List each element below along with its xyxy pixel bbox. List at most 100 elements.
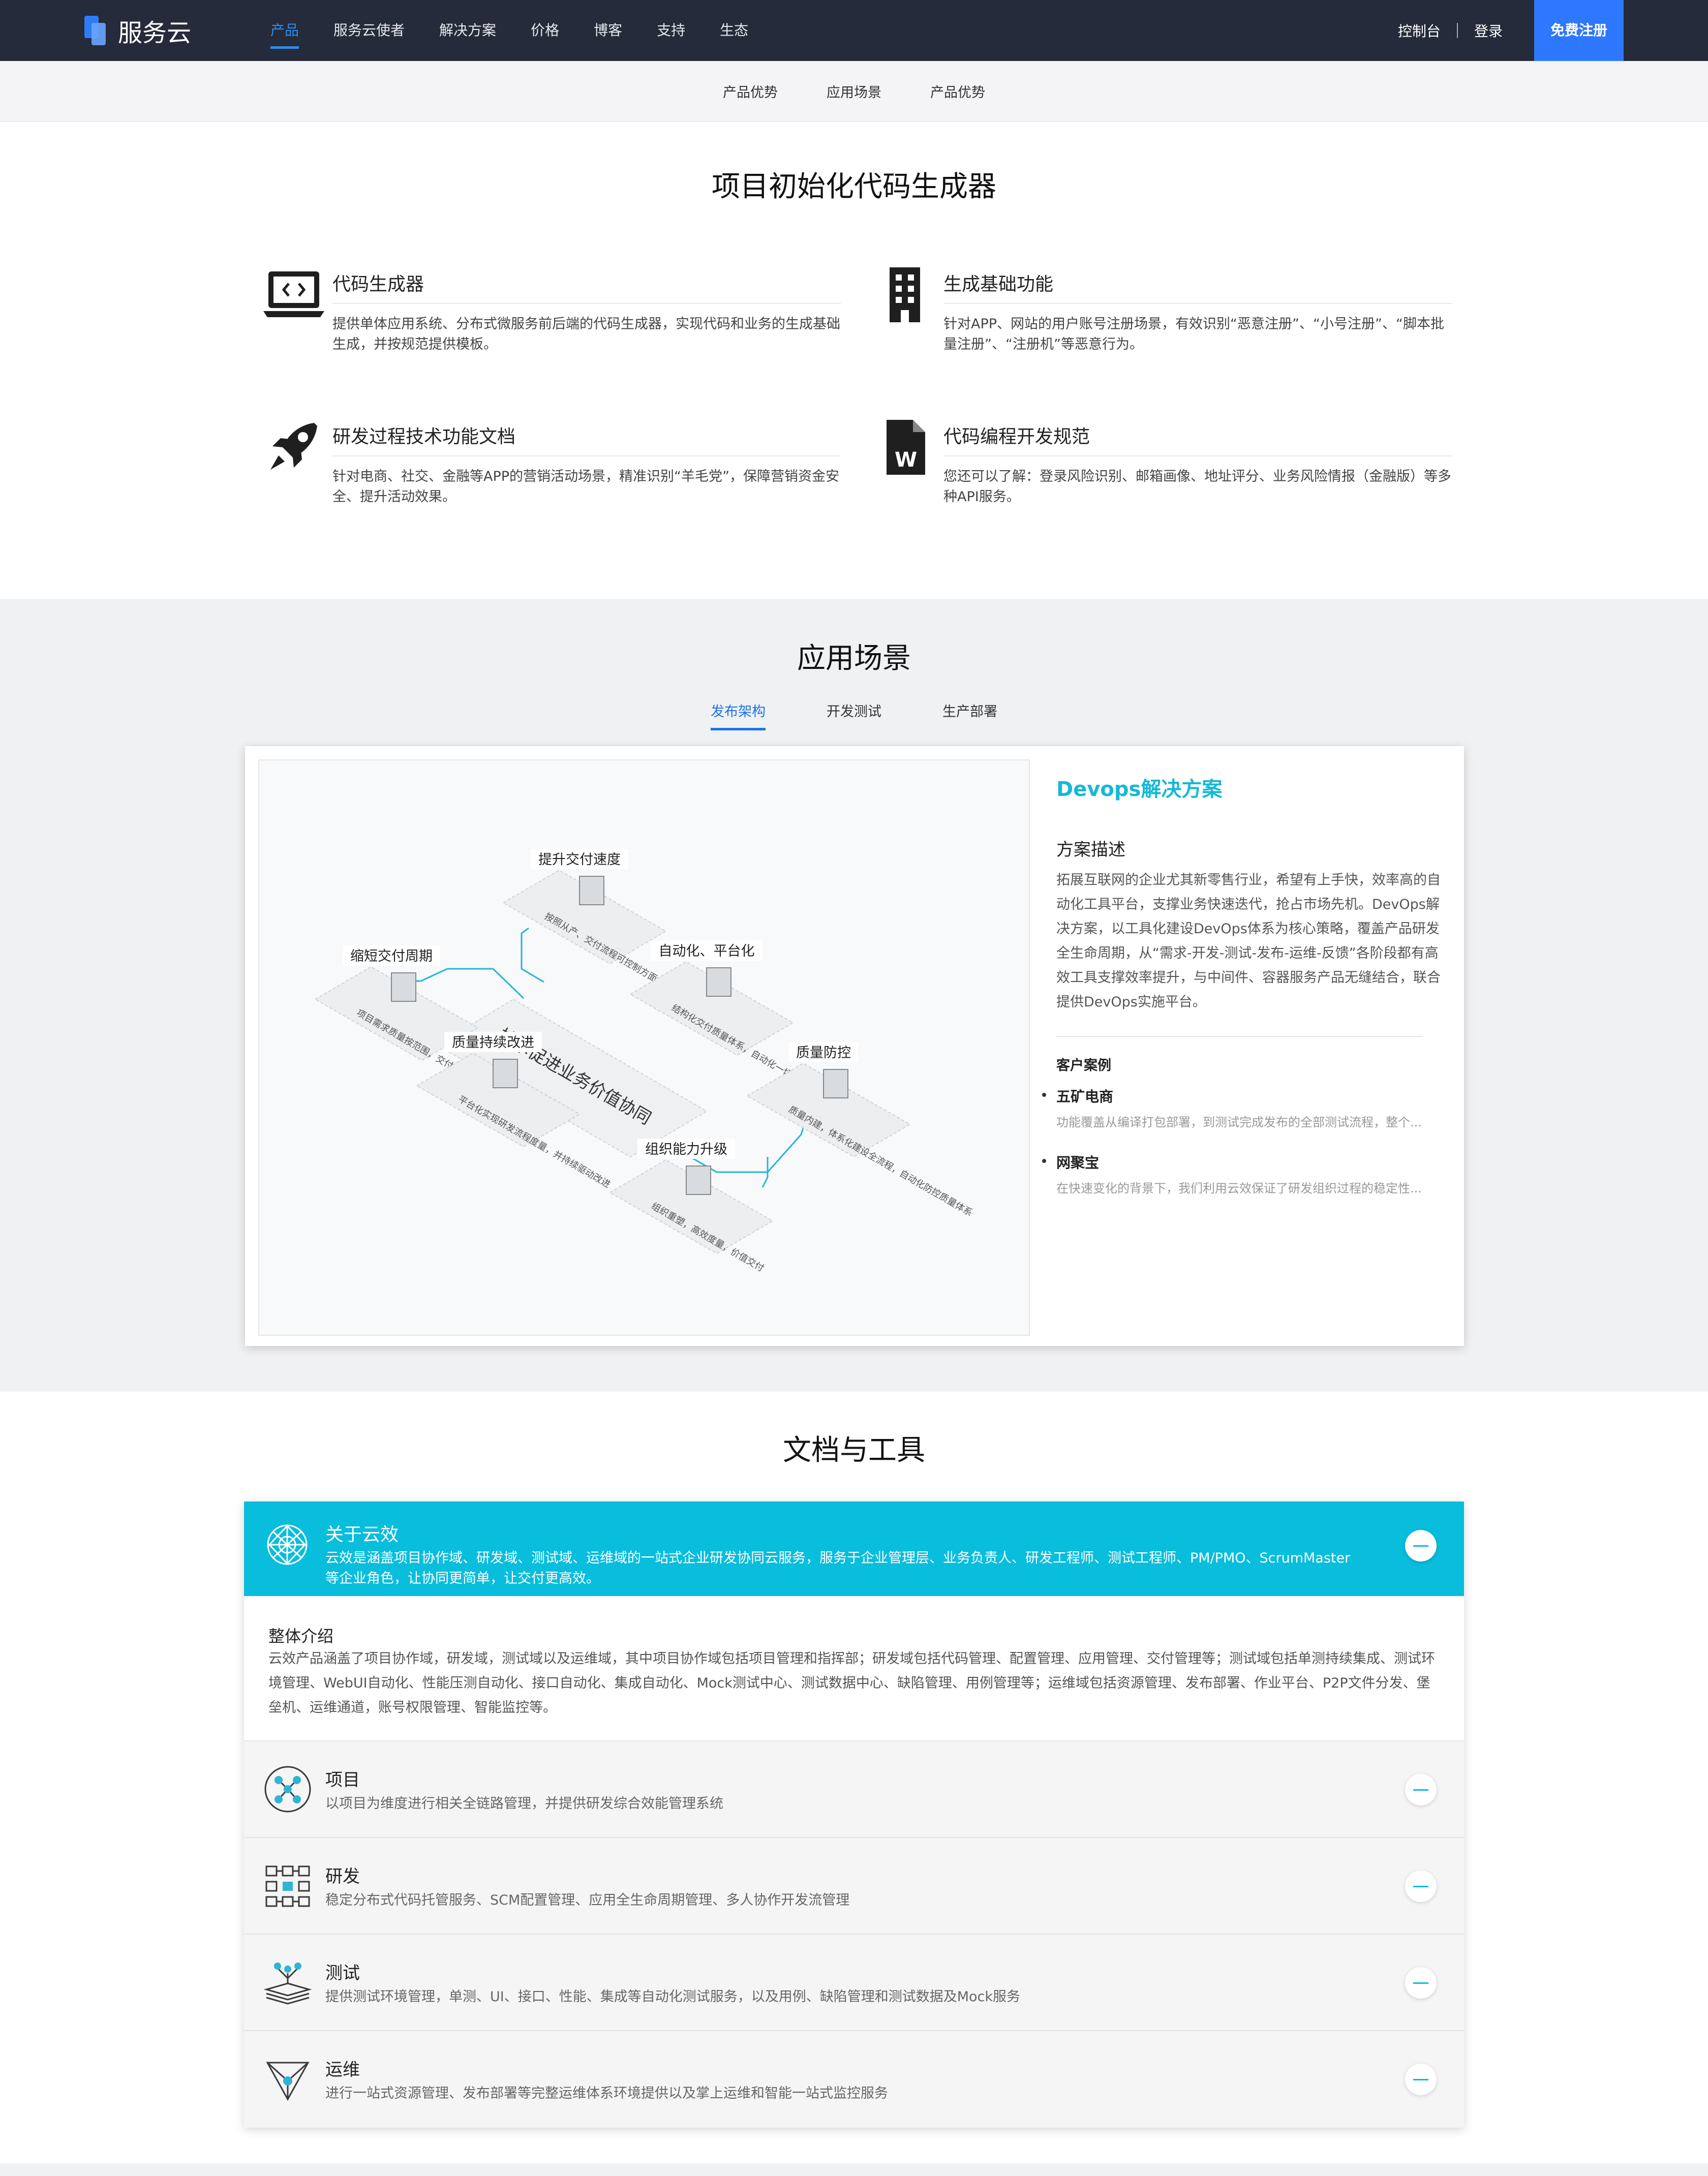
node-box-icon	[579, 876, 604, 905]
nav-link-ecosystem[interactable]: 生态	[720, 0, 748, 61]
case-name: 五矿电商	[1042, 1086, 1443, 1106]
feature-item: 生成基础功能 针对APP、网站的用户账号注册场景，有效识别“恶意注册”、“小号注…	[874, 257, 1464, 369]
feature-title: 代码生成器	[332, 274, 424, 295]
accordion-row-ops[interactable]: 运维 进行一站式资源管理、发布部署等完整运维体系环境提供以及掌上运维和智能一站式…	[244, 2031, 1464, 2128]
section-subnav: 产品优势 应用场景 产品优势	[0, 61, 1708, 122]
solution-divider	[1056, 1036, 1422, 1037]
nav-link-pricing[interactable]: 价格	[531, 0, 559, 61]
node-label: 质量防控	[796, 1045, 851, 1061]
test-layers-icon	[263, 1963, 312, 2005]
node-box-icon	[823, 1069, 848, 1098]
row-desc: 进行一站式资源管理、发布部署等完整运维体系环境提供以及掌上运维和智能一站式监控服…	[325, 2086, 888, 2101]
feature-item: 代码生成器 提供单体应用系统、分布式微服务前后端的代码生成器，实现代码和业务的生…	[263, 257, 853, 369]
row-title: 研发	[325, 1866, 360, 1887]
row-desc: 提供测试环境管理，单测、UI、接口、性能、集成等自动化测试服务，以及用例、缺陷管…	[325, 1989, 1021, 2005]
feature-desc: 提供单体应用系统、分布式微服务前后端的代码生成器，实现代码和业务的生成基础生成，…	[332, 316, 840, 352]
feature-divider	[943, 303, 1452, 304]
row-title: 测试	[325, 1963, 360, 1983]
features-section: 项目初始化代码生成器 代码生成器 提供单体应用系统、分布式微服务前后端的代码生成…	[0, 122, 1708, 599]
dev-grid-icon	[265, 1865, 310, 1907]
accordion-header-desc: 云效是涵盖项目协作域、研发域、测试域、运维域的一站式企业研发协同云服务，服务于企…	[325, 1550, 1351, 1586]
feature-divider	[332, 455, 841, 456]
nav-divider	[1456, 23, 1458, 38]
node-label: 质量持续改进	[452, 1035, 534, 1051]
project-nodes-icon	[264, 1766, 311, 1813]
rocket-icon	[270, 423, 317, 470]
feature-item: W 代码编程开发规范 您还可以了解：登录风险识别、邮箱画像、地址评分、业务风险情…	[874, 410, 1464, 522]
node-box-icon	[493, 1059, 518, 1088]
main-nav: 产品 服务云使者 解决方案 价格 博客 支持 生态	[270, 0, 783, 61]
solution-desc-heading: 方案描述	[1056, 840, 1125, 860]
case-desc: 在快速变化的背景下，我们利用云效保证了研发组织过程的稳定性...	[1056, 1181, 1422, 1196]
feature-title: 研发过程技术功能文档	[332, 426, 516, 447]
feature-desc: 针对电商、社交、金融等APP的营销活动场景，精准识别“羊毛党”，保障营销资金安全…	[332, 469, 840, 505]
brand-name: 服务云	[118, 19, 192, 47]
toggle-icon[interactable]	[1405, 1774, 1437, 1805]
node-label: 缩短交付周期	[350, 948, 433, 964]
network-sphere-icon	[267, 1524, 308, 1565]
cases-heading: 客户案例	[1056, 1058, 1111, 1074]
nav-link-solutions[interactable]: 解决方案	[439, 0, 496, 61]
word-document-icon: W	[887, 420, 925, 475]
overview-title: 整体介绍	[268, 1627, 334, 1646]
top-navbar: 服务云 产品 服务云使者 解决方案 价格 博客 支持 生态 控制台 登录 免费注…	[0, 0, 1708, 61]
node-box-icon	[706, 967, 731, 997]
feature-title: 代码编程开发规范	[943, 426, 1090, 447]
docs-accordion: 关于云效 云效是涵盖项目协作域、研发域、测试域、运维域的一站式企业研发协同云服务…	[244, 1501, 1464, 2128]
diagram-node: 组织能力升级组织重塑，高效度量，价值交付	[608, 1139, 774, 1274]
accordion-header-title: 关于云效	[325, 1524, 399, 1545]
nav-link-support[interactable]: 支持	[657, 0, 685, 61]
subnav-scenarios[interactable]: 应用场景	[827, 81, 881, 101]
signup-button[interactable]: 免费注册	[1534, 0, 1624, 61]
console-link[interactable]: 控制台	[1398, 20, 1441, 41]
subnav-advantages[interactable]: 产品优势	[723, 81, 778, 101]
devops-diagram: 技术促进业务价值协同 提升交付速度 按照从产、交付流程可控制方面，对接统一日常 自动…	[258, 759, 1030, 1336]
accordion-row-project[interactable]: 项目 以项目为维度进行相关全链路管理，并提供研发综合效能管理系统	[244, 1741, 1464, 1838]
feature-divider	[943, 455, 1452, 456]
nav-link-product[interactable]: 产品	[270, 0, 299, 61]
ops-triangle-icon	[266, 2062, 310, 2101]
node-label: 组织能力升级	[645, 1142, 727, 1157]
scenario-tabs: 发布架构 开发测试 生产部署	[0, 700, 1708, 730]
nav-link-blog[interactable]: 博客	[594, 0, 622, 61]
node-label: 自动化、平台化	[659, 943, 755, 959]
subnav-advantages-2[interactable]: 产品优势	[930, 81, 985, 101]
features-title: 项目初始化代码生成器	[712, 170, 996, 203]
toggle-icon[interactable]	[1405, 1967, 1437, 1999]
node-box-icon	[686, 1166, 711, 1195]
feature-desc: 针对APP、网站的用户账号注册场景，有效识别“恶意注册”、“小号注册”、“脚本批…	[943, 316, 1444, 352]
solution-desc: 拓展互联网的企业尤其新零售行业，希望有上手快，效率高的自动化工具平台，支撑业务快…	[1056, 872, 1441, 1010]
toggle-icon[interactable]	[1405, 1871, 1437, 1902]
solution-card: 技术促进业务价值协同 提升交付速度 按照从产、交付流程可控制方面，对接统一日常 自动…	[245, 746, 1464, 1346]
tab-dev-test[interactable]: 开发测试	[827, 700, 881, 730]
case-item[interactable]: 网聚宝 在快速变化的背景下，我们利用云效保证了研发组织过程的稳定性...	[1042, 1152, 1443, 1196]
accordion-row-test[interactable]: 测试 提供测试环境管理，单测、UI、接口、性能、集成等自动化测试服务，以及用例、…	[244, 1935, 1464, 2031]
accordion-body: 整体介绍 云效产品涵盖了项目协作域，研发域，测试域以及运维域，其中项目协作域包括…	[244, 1596, 1464, 1741]
brand-icon	[84, 16, 107, 45]
tab-production-deploy[interactable]: 生产部署	[942, 700, 997, 730]
accordion-header[interactable]: 关于云效 云效是涵盖项目协作域、研发域、测试域、运维域的一站式企业研发协同云服务…	[244, 1501, 1464, 1596]
case-item[interactable]: 五矿电商 功能覆盖从编译打包部署，到测试完成发布的全部测试流程，整个...	[1042, 1086, 1443, 1130]
node-label: 提升交付速度	[538, 852, 621, 868]
case-desc: 功能覆盖从编译打包部署，到测试完成发布的全部测试流程，整个...	[1056, 1115, 1422, 1129]
feature-divider	[332, 303, 841, 304]
tab-release-architecture[interactable]: 发布架构	[711, 700, 766, 730]
row-title: 运维	[325, 2060, 360, 2080]
row-desc: 以项目为维度进行相关全链路管理，并提供研发综合效能管理系统	[325, 1796, 723, 1812]
overview-desc: 云效产品涵盖了项目协作域，研发域，测试域以及运维域，其中项目协作域包括项目管理和…	[268, 1651, 1435, 1715]
collapse-toggle-icon[interactable]	[1405, 1530, 1437, 1561]
accordion-row-dev[interactable]: 研发 稳定分布式代码托管服务、SCM配置管理、应用全生命周期管理、多人协作开发流…	[244, 1838, 1464, 1935]
solution-title: Devops解决方案	[1056, 778, 1223, 801]
login-link[interactable]: 登录	[1474, 20, 1503, 41]
nav-link-ambassador[interactable]: 服务云使者	[333, 0, 405, 61]
brand-logo[interactable]: 服务云	[84, 15, 192, 47]
svg-text:W: W	[895, 448, 917, 472]
case-name: 网聚宝	[1042, 1152, 1443, 1172]
scenarios-section: 应用场景 发布架构 开发测试 生产部署 技术促进业务价值协同 提升交付速度 按照…	[0, 599, 1708, 1392]
laptop-code-icon	[263, 271, 324, 317]
node-box-icon	[391, 972, 416, 1002]
toggle-icon[interactable]	[1405, 2064, 1437, 2095]
row-desc: 稳定分布式代码托管服务、SCM配置管理、应用全生命周期管理、多人协作开发流管理	[325, 1892, 850, 1908]
feature-title: 生成基础功能	[943, 274, 1054, 295]
nav-actions: 控制台 登录 免费注册	[1398, 0, 1624, 61]
